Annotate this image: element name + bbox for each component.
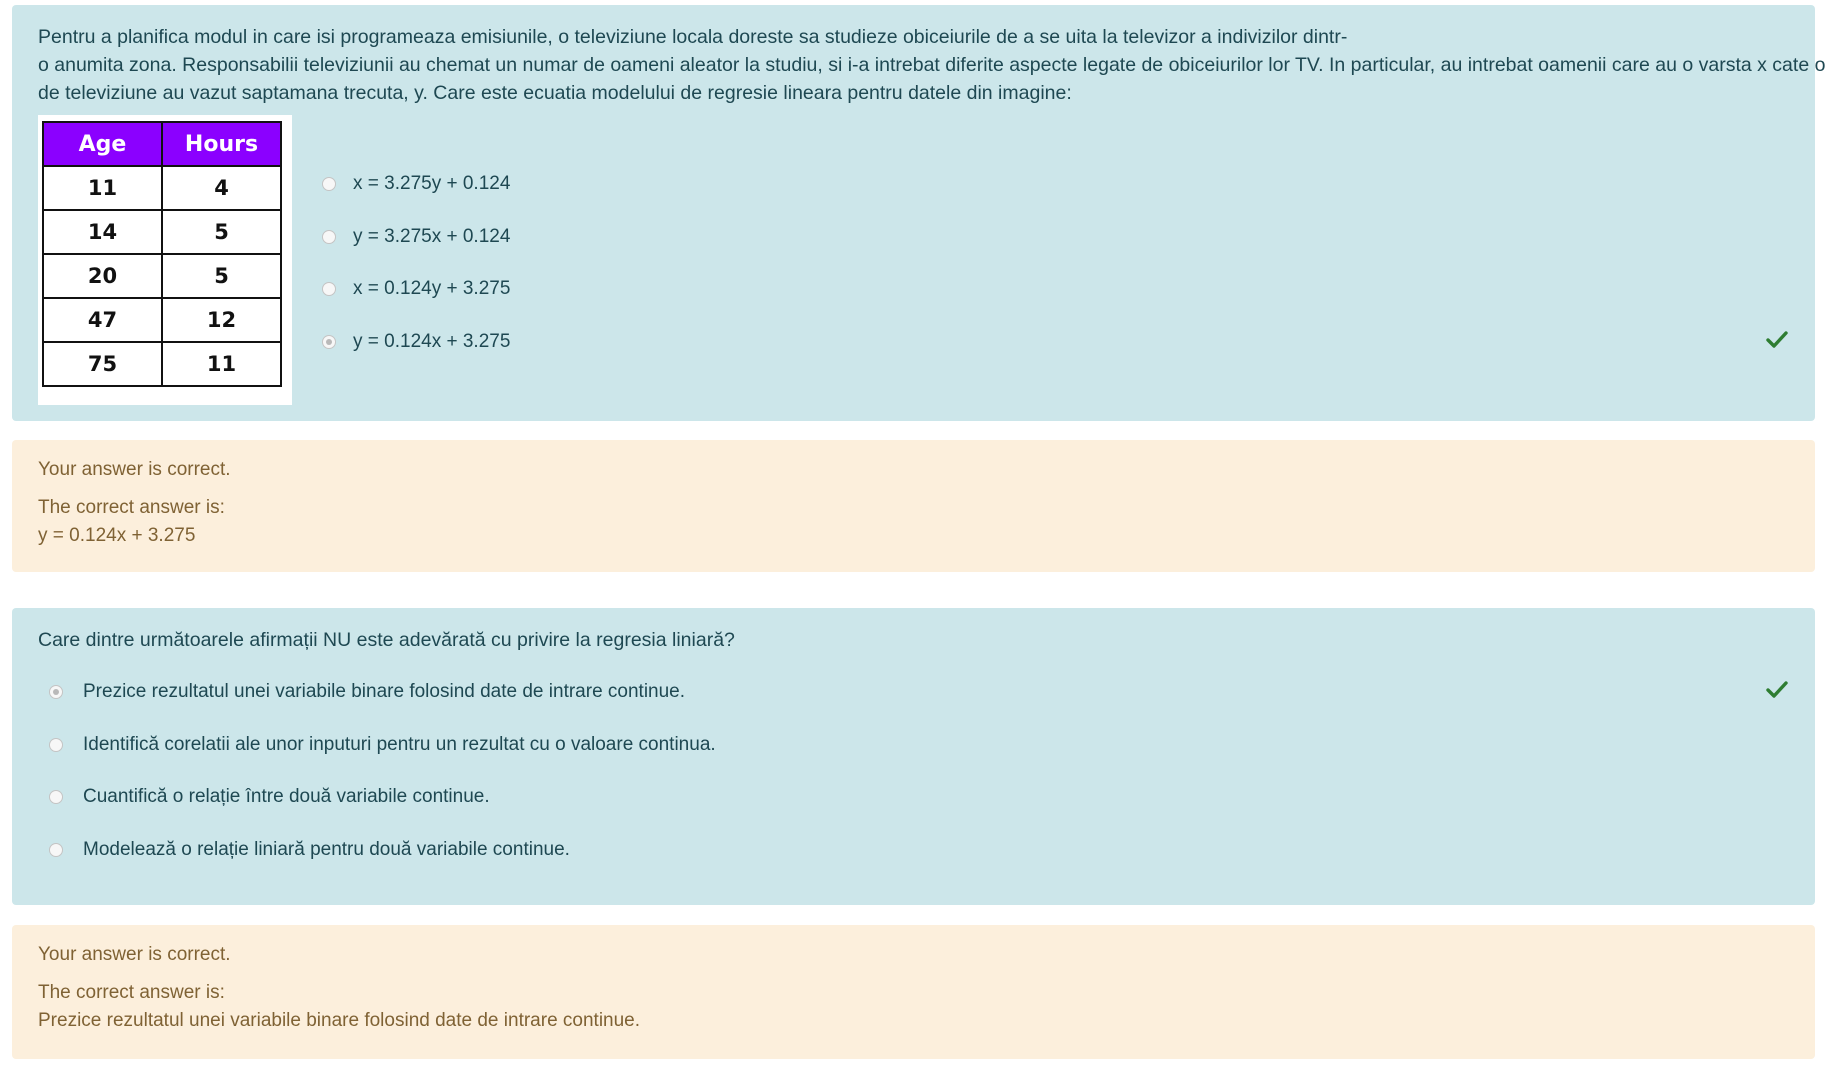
radio-button[interactable] [49, 790, 63, 804]
q2-option-1[interactable]: Prezice rezultatul unei variabile binare… [49, 677, 685, 707]
table-cell-age: 14 [42, 209, 163, 255]
radio-button-selected[interactable] [322, 335, 336, 349]
q1-option-1-label: x = 3.275y + 0.124 [353, 173, 511, 194]
question-1-line-1: Pentru a planifica modul in care isi pro… [38, 26, 1348, 48]
q1-option-4-label: y = 0.124x + 3.275 [353, 331, 511, 352]
radio-button[interactable] [322, 177, 336, 191]
table-row: 14 5 [42, 209, 282, 255]
feedback-2-status: Your answer is correct. [38, 944, 231, 965]
q2-option-4[interactable]: Modelează o relație liniară pentru două … [49, 835, 570, 865]
table-row: 47 12 [42, 297, 282, 343]
table-row: 20 5 [42, 253, 282, 299]
q1-option-4[interactable]: y = 0.124x + 3.275 [322, 327, 510, 357]
feedback-1-correct-answer: y = 0.124x + 3.275 [38, 525, 196, 546]
feedback-2-panel: Your answer is correct. The correct answ… [12, 925, 1815, 1059]
feedback-1-correct-label: The correct answer is: [38, 497, 225, 518]
feedback-1-status: Your answer is correct. [38, 459, 231, 480]
q2-option-3[interactable]: Cuantifică o relație între două variabil… [49, 782, 490, 812]
question-2-text: Care dintre următoarele afirmații NU est… [38, 629, 735, 651]
radio-button-selected[interactable] [49, 685, 63, 699]
q1-option-3-label: x = 0.124y + 3.275 [353, 278, 511, 299]
q1-option-2-label: y = 3.275x + 0.124 [353, 226, 511, 247]
question-2-panel: Care dintre următoarele afirmații NU est… [12, 608, 1815, 905]
table-cell-hours: 4 [161, 165, 282, 211]
q2-option-2[interactable]: Identifică corelatii ale unor inputuri p… [49, 730, 716, 760]
table-cell-hours: 11 [161, 341, 282, 387]
table-header-hours: Hours [161, 121, 282, 167]
q1-option-3[interactable]: x = 0.124y + 3.275 [322, 274, 510, 304]
table-cell-age: 20 [42, 253, 163, 299]
table-cell-hours: 12 [161, 297, 282, 343]
radio-button[interactable] [49, 843, 63, 857]
table-cell-age: 11 [42, 165, 163, 211]
radio-button[interactable] [322, 282, 336, 296]
feedback-2-correct-label: The correct answer is: [38, 982, 225, 1003]
check-icon [1766, 331, 1788, 348]
feedback-1-panel: Your answer is correct. The correct answ… [12, 440, 1815, 572]
q1-option-2[interactable]: y = 3.275x + 0.124 [322, 222, 510, 252]
table-header-age: Age [42, 121, 163, 167]
question-1-line-3: de televiziune au vazut saptamana trecut… [38, 82, 1072, 104]
q2-option-3-label: Cuantifică o relație între două variabil… [83, 786, 490, 807]
q2-option-1-label: Prezice rezultatul unei variabile binare… [83, 681, 686, 702]
question-1-panel: Pentru a planifica modul in care isi pro… [12, 5, 1825, 421]
feedback-2-correct-answer: Prezice rezultatul unei variabile binare… [38, 1010, 641, 1031]
q2-option-4-label: Modelează o relație liniară pentru două … [83, 839, 570, 860]
table-cell-hours: 5 [161, 253, 282, 299]
q2-option-2-label: Identifică corelatii ale unor inputuri p… [83, 734, 716, 755]
check-icon [1766, 681, 1788, 698]
age-hours-table: Age Hours 11 4 14 5 20 5 47 12 75 11 [42, 121, 282, 387]
table-row: 11 4 [42, 165, 282, 211]
q1-option-1[interactable]: x = 3.275y + 0.124 [322, 169, 510, 199]
table-cell-age: 47 [42, 297, 163, 343]
radio-button[interactable] [49, 738, 63, 752]
question-1-text: Pentru a planifica modul in care isi pro… [38, 23, 1825, 107]
table-row: 75 11 [42, 341, 282, 387]
data-table-image: Age Hours 11 4 14 5 20 5 47 12 75 11 [38, 115, 292, 405]
question-1-line-2: o anumita zona. Responsabilii televiziun… [38, 54, 1825, 76]
table-cell-hours: 5 [161, 209, 282, 255]
radio-button[interactable] [322, 230, 336, 244]
table-cell-age: 75 [42, 341, 163, 387]
